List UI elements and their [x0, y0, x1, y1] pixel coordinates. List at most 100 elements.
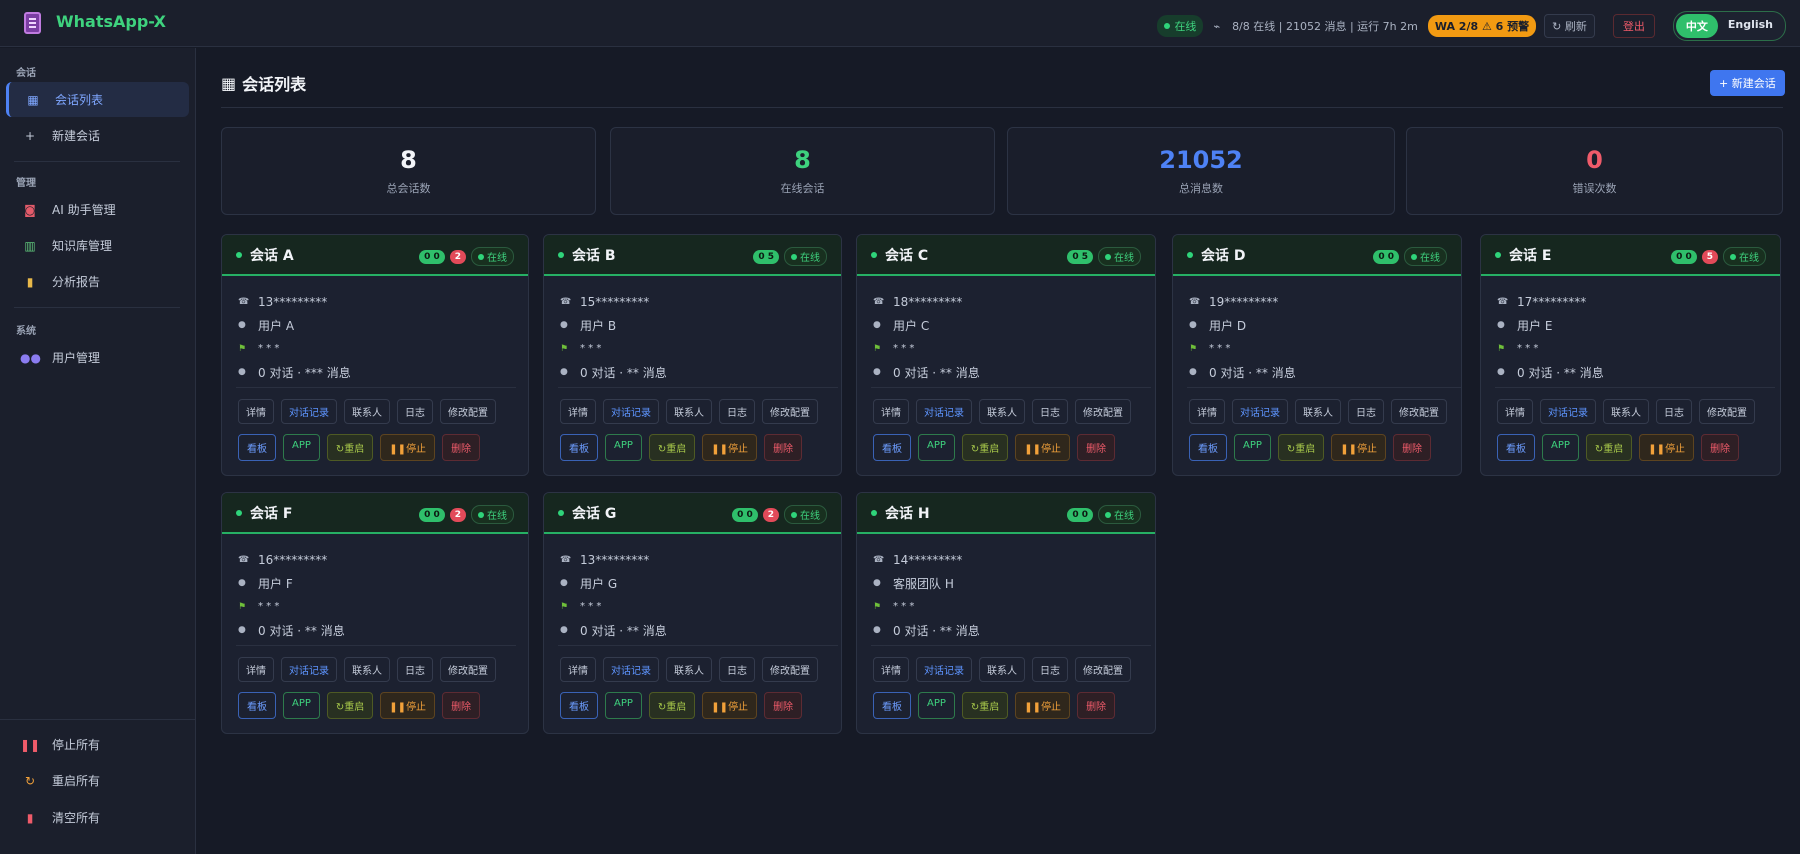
contacts-button[interactable]: 联系人 — [1295, 399, 1341, 424]
session-card[interactable]: 会话 E 0 0 5 在线 ☎ 17********* ● 用户 E ⚑ * * * ● 0 对话 ·… — [1480, 234, 1781, 476]
contacts-button[interactable]: 联系人 — [666, 657, 712, 682]
logs-button[interactable]: 日志 — [397, 657, 433, 682]
logs-button[interactable]: 日志 — [1032, 399, 1068, 424]
logs-button[interactable]: 日志 — [1032, 657, 1068, 682]
board-button[interactable]: 看板 — [1189, 434, 1227, 461]
chat-records-button[interactable]: 对话记录 — [603, 399, 659, 424]
app-button[interactable]: APP — [918, 692, 955, 719]
restart-all-button[interactable]: ↻ 重启所有 — [6, 763, 189, 798]
logs-button[interactable]: 日志 — [397, 399, 433, 424]
app-button[interactable]: APP — [283, 434, 320, 461]
restart-button[interactable]: ↻重启 — [961, 692, 1009, 719]
refresh-button[interactable]: ↻ 刷新 — [1544, 14, 1595, 38]
lang-zh-button[interactable]: 中文 — [1675, 14, 1718, 38]
session-card[interactable]: 会话 F 0 0 2 在线 ☎ 16********* ● 用户 F ⚑ * * * ● 0 对话 ·… — [221, 492, 529, 734]
session-card[interactable]: 会话 D 0 0 在线 ☎ 19********* ● 用户 D ⚑ * * * ● 0 对话 · … — [1172, 234, 1462, 476]
restart-button[interactable]: ↻重启 — [961, 434, 1009, 461]
chat-records-button[interactable]: 对话记录 — [916, 399, 972, 424]
delete-button[interactable]: 删除 — [442, 434, 481, 461]
restart-button[interactable]: ↻重启 — [326, 692, 374, 719]
app-button[interactable]: APP — [283, 692, 320, 719]
app-button[interactable]: APP — [605, 692, 642, 719]
lang-en-button[interactable]: English — [1718, 14, 1783, 38]
chat-records-button[interactable]: 对话记录 — [1232, 399, 1288, 424]
board-button[interactable]: 看板 — [238, 434, 276, 461]
stop-button[interactable]: ❚❚停止 — [1331, 434, 1387, 461]
chat-records-button[interactable]: 对话记录 — [281, 657, 337, 682]
session-card[interactable]: 会话 A 0 0 2 在线 ☎ 13********* ● 用户 A ⚑ * * * ● 0 对话 ·… — [221, 234, 529, 476]
delete-button[interactable]: 删除 — [1393, 434, 1432, 461]
logout-button[interactable]: 登出 — [1612, 14, 1655, 38]
delete-button[interactable]: 删除 — [442, 692, 481, 719]
restart-button[interactable]: ↻重启 — [326, 434, 374, 461]
delete-button[interactable]: 删除 — [1701, 434, 1740, 461]
app-button[interactable]: APP — [1542, 434, 1579, 461]
details-button[interactable]: 详情 — [873, 657, 909, 682]
restart-button[interactable]: ↻重启 — [648, 434, 696, 461]
contacts-button[interactable]: 联系人 — [344, 399, 390, 424]
stop-button[interactable]: ❚❚停止 — [380, 692, 436, 719]
restart-button[interactable]: ↻重启 — [1585, 434, 1633, 461]
board-button[interactable]: 看板 — [873, 692, 911, 719]
delete-button[interactable]: 删除 — [1077, 434, 1116, 461]
stop-all-button[interactable]: ❚❚ 停止所有 — [6, 727, 189, 762]
sidebar-item-session-list[interactable]: ▦ 会话列表 — [6, 82, 189, 117]
delete-button[interactable]: 删除 — [764, 692, 803, 719]
restart-button[interactable]: ↻重启 — [1277, 434, 1325, 461]
board-button[interactable]: 看板 — [560, 434, 598, 461]
chat-records-button[interactable]: 对话记录 — [281, 399, 337, 424]
logs-button[interactable]: 日志 — [719, 657, 755, 682]
details-button[interactable]: 详情 — [560, 399, 596, 424]
stop-button[interactable]: ❚❚停止 — [1639, 434, 1695, 461]
contacts-button[interactable]: 联系人 — [344, 657, 390, 682]
logs-button[interactable]: 日志 — [1656, 399, 1692, 424]
sidebar-item-reports[interactable]: ▮ 分析报告 — [6, 264, 189, 299]
restart-button[interactable]: ↻重启 — [648, 692, 696, 719]
stop-button[interactable]: ❚❚停止 — [1015, 434, 1071, 461]
stop-button[interactable]: ❚❚停止 — [702, 692, 758, 719]
app-button[interactable]: APP — [1234, 434, 1271, 461]
wa-warning-badge[interactable]: WA 2/8 ⚠ 6 预警 — [1427, 15, 1537, 37]
board-button[interactable]: 看板 — [560, 692, 598, 719]
logs-button[interactable]: 日志 — [1348, 399, 1384, 424]
clear-all-button[interactable]: ▮ 清空所有 — [6, 800, 189, 835]
edit-config-button[interactable]: 修改配置 — [762, 399, 818, 424]
sidebar-item-knowledge[interactable]: ▥ 知识库管理 — [6, 228, 189, 263]
delete-button[interactable]: 删除 — [1077, 692, 1116, 719]
session-card[interactable]: 会话 C 0 5 在线 ☎ 18********* ● 用户 C ⚑ * * * ● 0 对话 · … — [856, 234, 1156, 476]
session-card[interactable]: 会话 G 0 0 2 在线 ☎ 13********* ● 用户 G ⚑ * * * ● 0 对话 ·… — [543, 492, 842, 734]
sidebar-item-ai-assistant[interactable]: ◙ AI 助手管理 — [6, 192, 189, 227]
session-card[interactable]: 会话 B 0 5 在线 ☎ 15********* ● 用户 B ⚑ * * * ● 0 对话 · … — [543, 234, 842, 476]
edit-config-button[interactable]: 修改配置 — [1391, 399, 1447, 424]
board-button[interactable]: 看板 — [238, 692, 276, 719]
chat-records-button[interactable]: 对话记录 — [603, 657, 659, 682]
contacts-button[interactable]: 联系人 — [979, 657, 1025, 682]
details-button[interactable]: 详情 — [1189, 399, 1225, 424]
edit-config-button[interactable]: 修改配置 — [440, 657, 496, 682]
edit-config-button[interactable]: 修改配置 — [1075, 399, 1131, 424]
details-button[interactable]: 详情 — [238, 399, 274, 424]
sidebar-item-new-session[interactable]: + 新建会话 — [6, 118, 189, 153]
details-button[interactable]: 详情 — [238, 657, 274, 682]
edit-config-button[interactable]: 修改配置 — [762, 657, 818, 682]
stop-button[interactable]: ❚❚停止 — [380, 434, 436, 461]
details-button[interactable]: 详情 — [873, 399, 909, 424]
stop-button[interactable]: ❚❚停止 — [702, 434, 758, 461]
edit-config-button[interactable]: 修改配置 — [440, 399, 496, 424]
contacts-button[interactable]: 联系人 — [666, 399, 712, 424]
edit-config-button[interactable]: 修改配置 — [1699, 399, 1755, 424]
board-button[interactable]: 看板 — [873, 434, 911, 461]
chat-records-button[interactable]: 对话记录 — [916, 657, 972, 682]
details-button[interactable]: 详情 — [560, 657, 596, 682]
chat-records-button[interactable]: 对话记录 — [1540, 399, 1596, 424]
edit-config-button[interactable]: 修改配置 — [1075, 657, 1131, 682]
board-button[interactable]: 看板 — [1497, 434, 1535, 461]
sidebar-item-users[interactable]: ●● 用户管理 — [6, 340, 189, 375]
new-session-button[interactable]: + 新建会话 — [1710, 70, 1785, 96]
contacts-button[interactable]: 联系人 — [979, 399, 1025, 424]
details-button[interactable]: 详情 — [1497, 399, 1533, 424]
contacts-button[interactable]: 联系人 — [1603, 399, 1649, 424]
delete-button[interactable]: 删除 — [764, 434, 803, 461]
session-card[interactable]: 会话 H 0 0 在线 ☎ 14********* ● 客服团队 H ⚑ * * * ● 0 对话 … — [856, 492, 1156, 734]
app-button[interactable]: APP — [605, 434, 642, 461]
